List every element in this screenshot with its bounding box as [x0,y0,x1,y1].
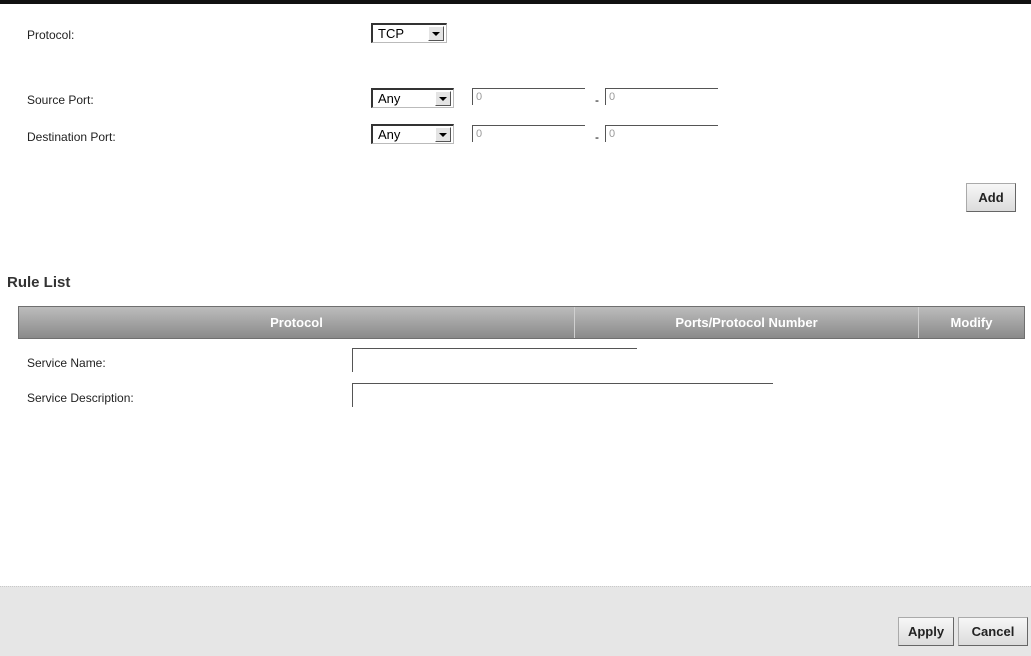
cancel-button[interactable]: Cancel [958,617,1028,646]
service-description-input[interactable] [352,383,773,407]
destination-port-start-input[interactable]: 0 [472,125,585,142]
destination-port-label: Destination Port: [27,130,116,144]
destination-port-select[interactable]: Any [371,124,454,144]
source-port-start-input[interactable]: 0 [472,88,585,105]
chevron-down-icon [435,91,451,106]
destination-port-end-input[interactable]: 0 [605,125,718,142]
top-rule [0,0,1031,4]
service-name-label: Service Name: [27,356,106,370]
service-name-input[interactable] [352,348,637,372]
footer-bar [0,586,1031,656]
source-port-select[interactable]: Any [371,88,454,108]
protocol-select[interactable]: TCP [371,23,447,43]
source-port-label: Source Port: [27,93,94,107]
destination-port-select-value: Any [378,127,401,142]
column-modify: Modify [950,315,993,330]
rule-list-header: Protocol Ports/Protocol Number Modify [18,306,1025,339]
column-protocol: Protocol [19,307,575,338]
service-description-label: Service Description: [27,391,134,405]
chevron-down-icon [428,26,444,41]
range-separator: - [595,130,599,144]
add-button[interactable]: Add [966,183,1016,212]
column-ports-protocol-number: Ports/Protocol Number [575,307,919,338]
source-port-end-input[interactable]: 0 [605,88,718,105]
chevron-down-icon [435,127,451,142]
source-port-select-value: Any [378,91,401,106]
protocol-select-value: TCP [378,26,404,41]
range-separator: - [595,93,599,107]
protocol-label: Protocol: [27,28,75,42]
apply-button[interactable]: Apply [898,617,954,646]
rule-list-title: Rule List [7,274,71,291]
